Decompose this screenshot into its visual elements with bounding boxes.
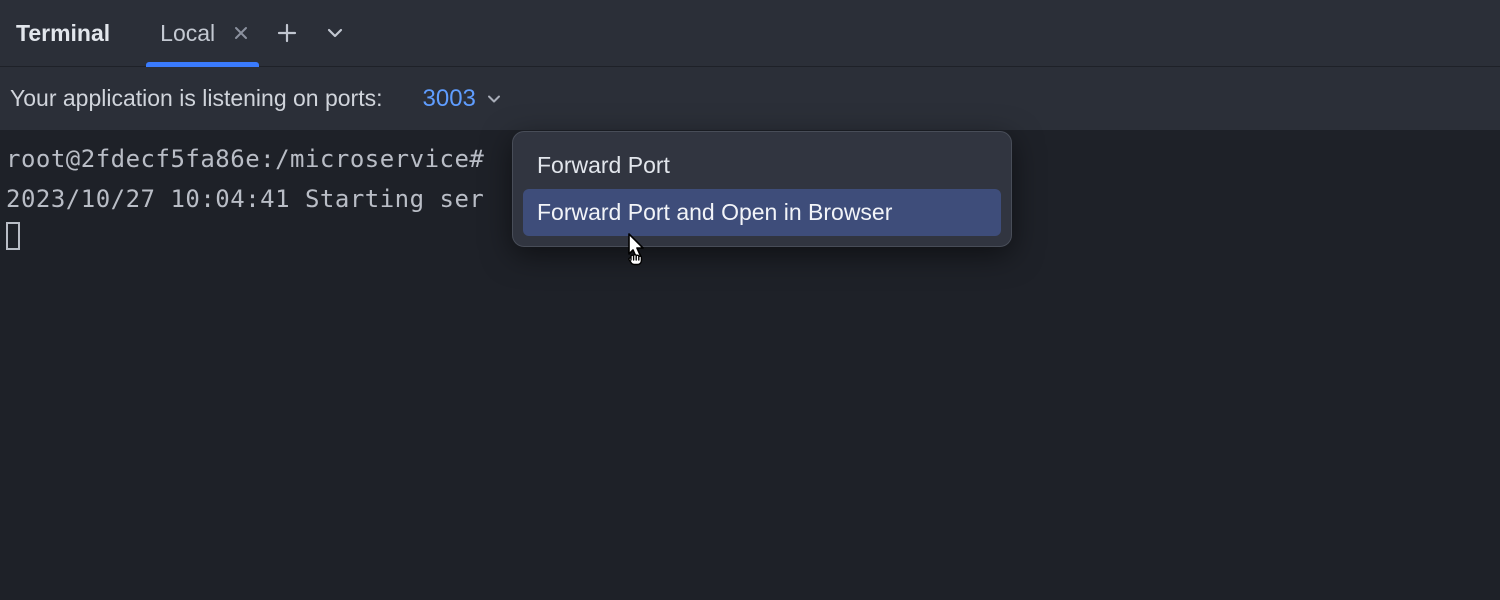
port-number: 3003: [423, 85, 476, 113]
panel-title: Terminal: [16, 20, 110, 47]
tab-local[interactable]: Local: [146, 0, 259, 66]
terminal-line: root@2fdecf5fa86e:/microservice#: [6, 145, 484, 173]
close-icon[interactable]: [233, 25, 249, 41]
terminal-line: 2023/10/27 10:04:41 Starting ser: [6, 185, 484, 213]
tab-toolbar: [277, 23, 345, 43]
ports-label: Your application is listening on ports:: [10, 85, 383, 112]
terminal-tab-bar: Terminal Local: [0, 0, 1500, 67]
active-tab-indicator: [146, 62, 259, 67]
port-dropdown[interactable]: 3003: [423, 85, 502, 113]
menu-item-forward-port-open-browser[interactable]: Forward Port and Open in Browser: [523, 189, 1001, 236]
tab-label: Local: [160, 20, 215, 47]
port-context-menu: Forward Port Forward Port and Open in Br…: [512, 131, 1012, 247]
chevron-down-icon[interactable]: [325, 23, 345, 43]
terminal-cursor: [6, 222, 20, 250]
chevron-down-icon: [486, 91, 502, 107]
plus-icon[interactable]: [277, 23, 297, 43]
ports-bar: Your application is listening on ports: …: [0, 67, 1500, 131]
menu-item-forward-port[interactable]: Forward Port: [523, 142, 1001, 189]
